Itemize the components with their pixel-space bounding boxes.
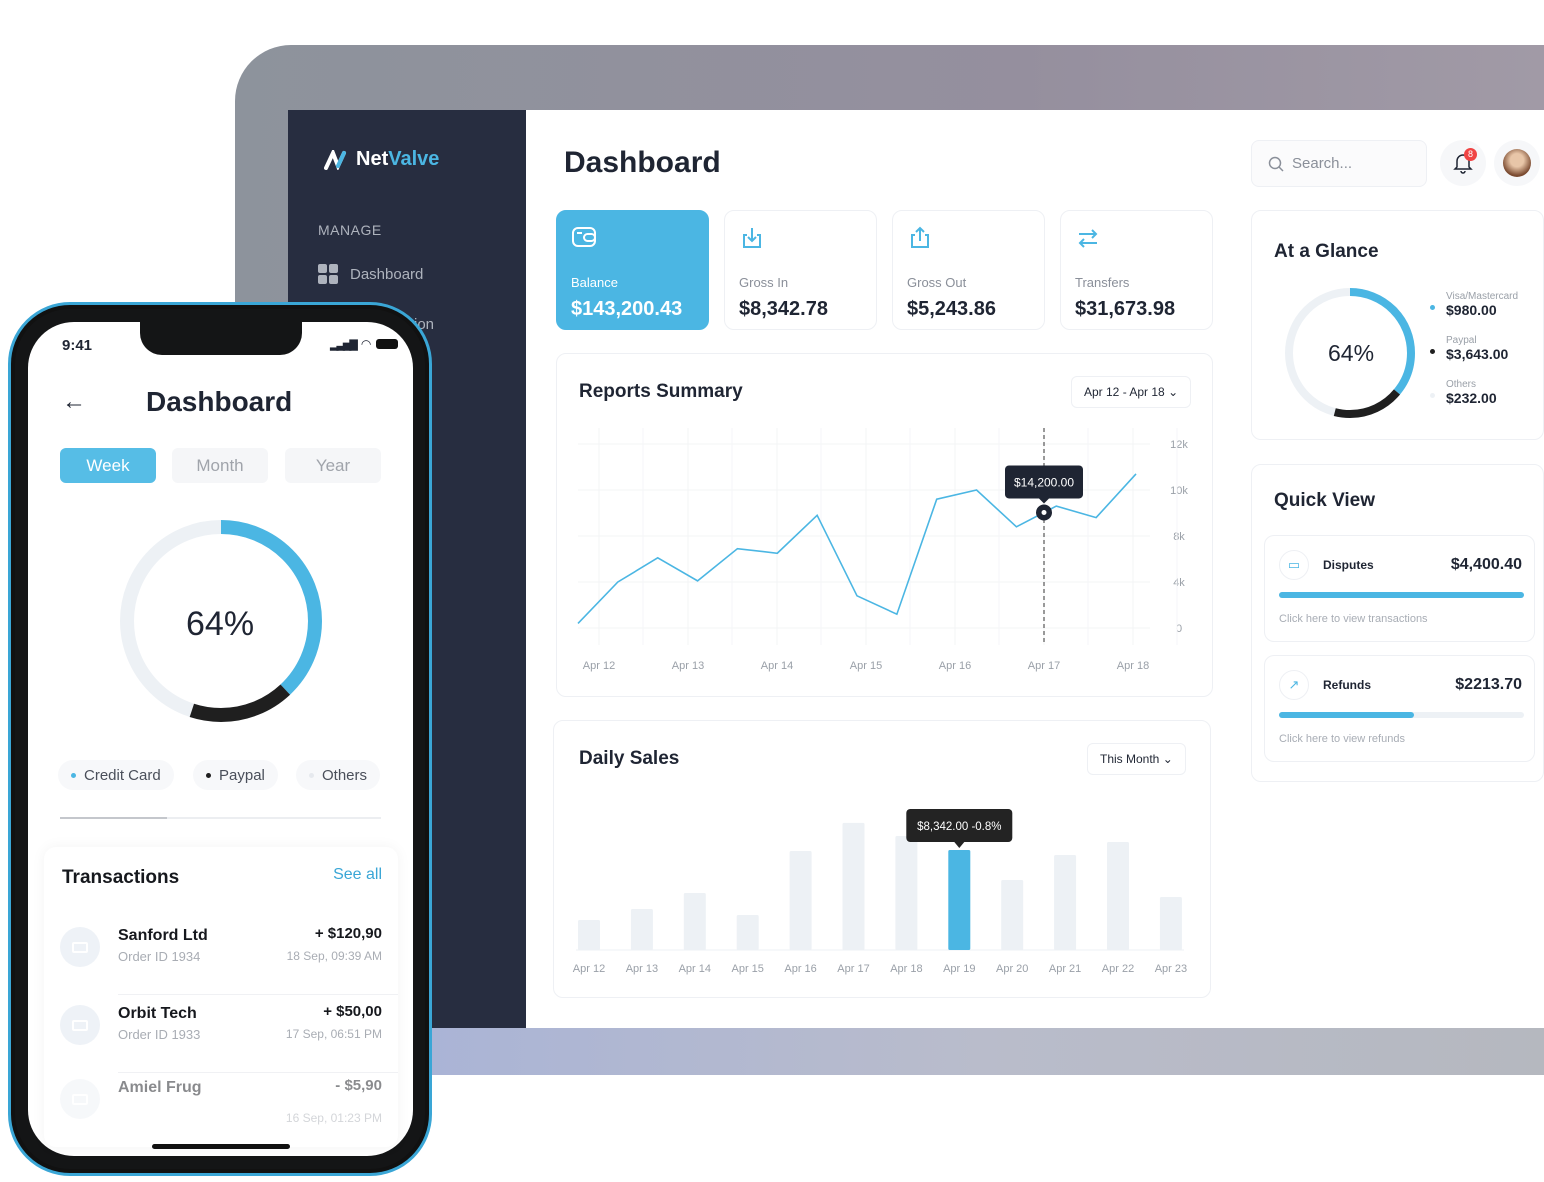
phone-screen: 9:41 ▂▃▅▇ ◠ ← Dashboard Week Month Year …: [28, 322, 413, 1156]
x-tick-label: Apr 13: [626, 963, 658, 975]
transaction-name: Orbit Tech: [118, 1005, 197, 1022]
bar: [630, 909, 653, 950]
x-tick-label: Apr 15: [731, 963, 763, 975]
x-tick-label: Apr 18: [1117, 660, 1149, 672]
y-tick-label: 10k: [1170, 485, 1188, 497]
transaction-date: 16 Sep, 01:23 PM: [285, 1111, 382, 1125]
transaction-amount: - $5,90: [335, 1077, 382, 1094]
x-tick-label: Apr 19: [943, 963, 975, 975]
tooltip-pointer: [1039, 498, 1049, 504]
dot-icon: [309, 772, 314, 778]
dot-icon: [206, 772, 211, 778]
status-icons: ▂▃▅▇ ◠: [330, 337, 399, 351]
bar: [1159, 897, 1182, 950]
dot-icon: [71, 772, 76, 778]
scroll-thumb[interactable]: [60, 817, 167, 819]
transaction-date: 18 Sep, 09:39 AM: [286, 949, 382, 963]
x-tick-label: Apr 16: [939, 660, 971, 672]
battery-icon: [376, 339, 399, 349]
y-tick-label: 12k: [1170, 439, 1188, 451]
x-tick-label: Apr 22: [1102, 963, 1134, 975]
x-tick-label: Apr 12: [583, 660, 615, 672]
x-tick-label: Apr 16: [784, 963, 816, 975]
tooltip-pointer: [954, 842, 965, 848]
bar: [1107, 841, 1129, 950]
card-icon: [60, 1079, 100, 1119]
bar: [895, 835, 918, 950]
transaction-row[interactable]: Sanford Ltd Order ID 1934 + $120,90 18 Sep,…: [44, 917, 398, 995]
back-arrow-icon[interactable]: ←: [62, 388, 86, 416]
tab-week[interactable]: Week: [60, 448, 156, 483]
transaction-row[interactable]: Orbit Tech Order ID 1933 + $50,00 17 Sep, 0…: [44, 995, 398, 1073]
x-tick-label: Apr 21: [1049, 963, 1081, 975]
x-tick-label: Apr 15: [850, 660, 882, 672]
transaction-name: Sanford Ltd: [118, 927, 208, 944]
bar: [1001, 879, 1024, 950]
phone-percent: 64%: [186, 605, 255, 643]
chip-others[interactable]: Others: [296, 760, 381, 790]
x-tick-label: Apr 23: [1155, 963, 1187, 975]
y-tick-label: 4k: [1173, 577, 1185, 589]
x-tick-label: Apr 17: [837, 963, 869, 975]
transaction-row[interactable]: Amiel Frug - $5,90 16 Sep, 01:23 PM: [44, 1069, 398, 1141]
x-tick-label: Apr 17: [1028, 660, 1060, 672]
bar: [683, 893, 706, 950]
home-indicator: [152, 1144, 290, 1149]
transaction-order: Order ID 1934: [118, 949, 201, 964]
wifi-icon: ◠: [360, 337, 372, 351]
highlight-marker-dot: [1041, 509, 1047, 515]
x-tick-label: Apr 14: [679, 963, 711, 975]
phone-notch: [140, 322, 302, 355]
tab-month[interactable]: Month: [172, 448, 268, 483]
tooltip-text: $8,342.00 -0.8%: [917, 821, 1001, 833]
transactions-card: Transactions See all Sanford Ltd Order ID…: [44, 847, 398, 1147]
phone-title: Dashboard: [146, 386, 293, 417]
bar: [578, 920, 600, 950]
bar: [789, 850, 812, 950]
status-time: 9:41: [62, 337, 93, 354]
transaction-date: 17 Sep, 06:51 PM: [285, 1027, 382, 1041]
chip-label: Credit Card: [84, 766, 161, 784]
transaction-order: Order ID 1933: [118, 1027, 201, 1042]
tooltip-text: $14,200.00: [1014, 475, 1074, 489]
x-tick-label: Apr 20: [996, 963, 1028, 975]
chip-label: Paypal: [219, 766, 265, 784]
bar: [842, 822, 865, 950]
bar: [948, 850, 971, 950]
bar: [736, 914, 759, 950]
tab-year[interactable]: Year: [285, 448, 381, 483]
see-all-link[interactable]: See all: [333, 866, 382, 884]
x-tick-label: Apr 13: [672, 660, 704, 672]
x-tick-label: Apr 12: [573, 963, 605, 975]
x-tick-label: Apr 14: [761, 660, 793, 672]
signal-icon: ▂▃▅▇: [330, 338, 358, 351]
transaction-name: Amiel Frug: [118, 1079, 202, 1096]
transaction-amount: + $120,90: [314, 925, 382, 942]
card-icon: [60, 1005, 100, 1045]
chip-label: Others: [322, 766, 368, 784]
scroll-track[interactable]: [60, 817, 381, 819]
chip-credit-card[interactable]: Credit Card: [58, 760, 174, 790]
x-tick-label: Apr 18: [890, 963, 922, 975]
bar: [1054, 855, 1077, 950]
chip-paypal[interactable]: Paypal: [193, 760, 278, 790]
transactions-title: Transactions: [62, 867, 180, 888]
y-tick-label: 8k: [1173, 531, 1185, 543]
card-icon: [60, 927, 100, 967]
transaction-amount: + $50,00: [323, 1003, 382, 1020]
